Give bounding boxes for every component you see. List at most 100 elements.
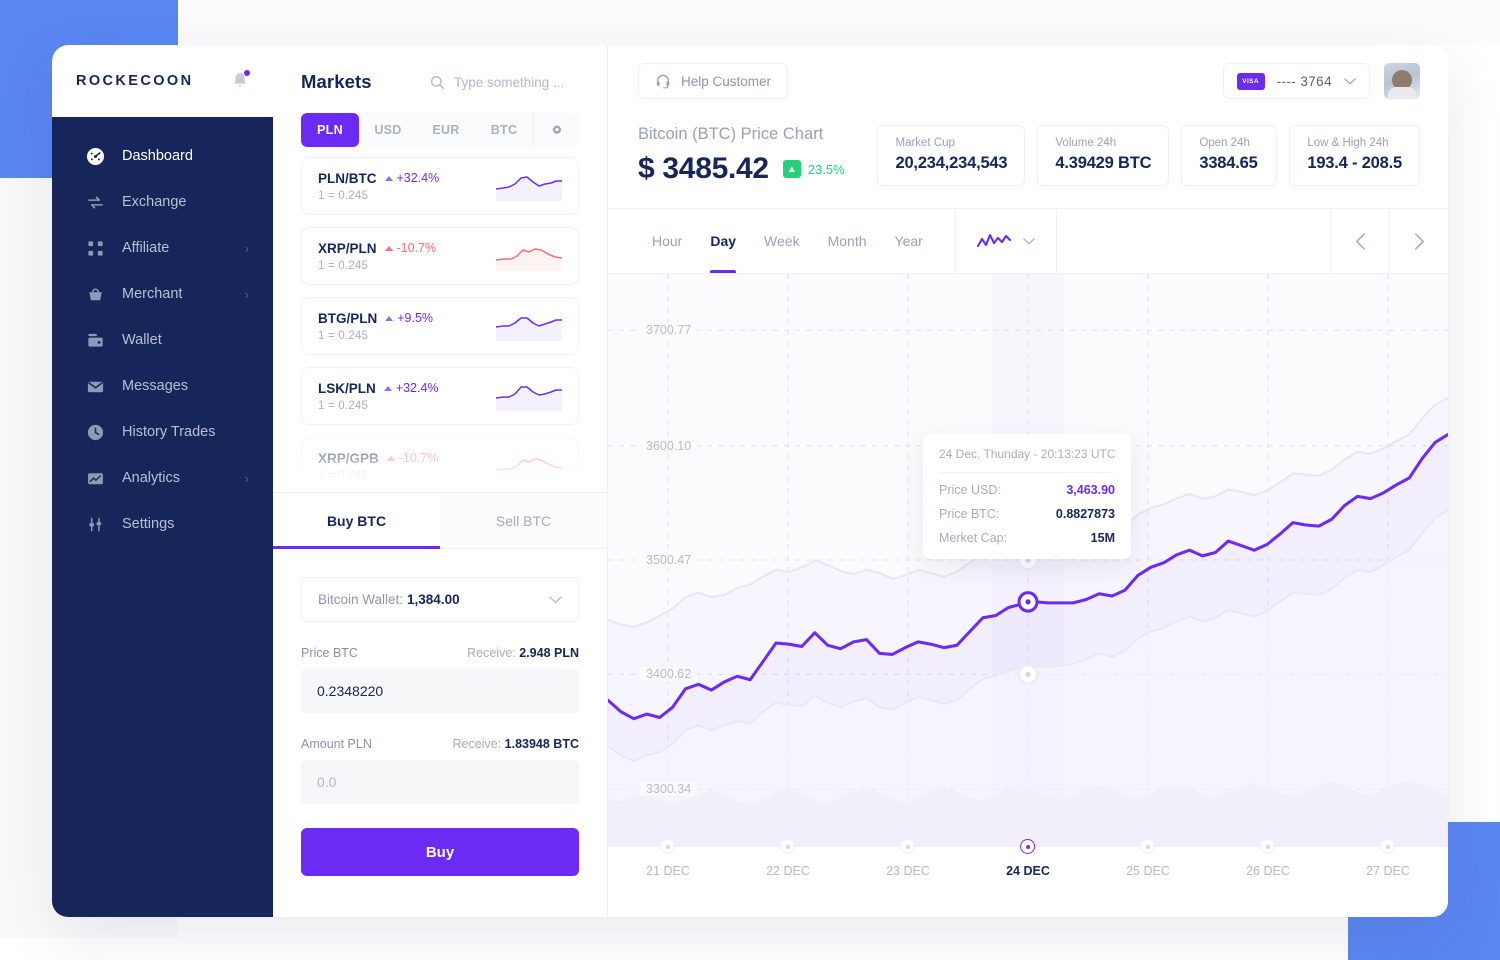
wallet-icon: [85, 330, 106, 351]
sidebar-item-wallet[interactable]: Wallet: [52, 317, 273, 363]
price-receive: Receive: 2.948 PLN: [467, 646, 579, 660]
help-customer-button[interactable]: Help Customer: [638, 63, 789, 99]
x-axis-tick-label: 26 DEC: [1246, 864, 1290, 878]
chart-next-button[interactable]: [1390, 209, 1448, 273]
x-axis-tick[interactable]: 25 DEC: [1126, 839, 1170, 878]
market-change: -10.7%: [384, 241, 436, 255]
sidebar-item-analytics[interactable]: Analytics ›: [52, 455, 273, 501]
tab-sell-btc[interactable]: Sell BTC: [440, 493, 607, 548]
price-change-badge: ▲ 23.5%: [782, 160, 845, 178]
x-axis-tick[interactable]: 21 DEC: [646, 839, 690, 878]
settings-icon: [85, 514, 106, 535]
merchant-icon: [85, 284, 106, 305]
market-rate: 1 = 0.245: [318, 329, 369, 342]
market-item[interactable]: PLN/BTC +32.4% 1 = 0.245: [301, 157, 579, 215]
range-week[interactable]: Week: [750, 209, 814, 273]
sidebar-item-affiliate[interactable]: Affiliate ›: [52, 225, 273, 271]
markets-title: Markets: [301, 71, 372, 92]
background-top-panel: [178, 0, 1500, 45]
y-axis-label: 3300.34: [640, 782, 698, 797]
currency-tab-usd[interactable]: USD: [359, 113, 417, 147]
market-item[interactable]: XRP/GPB -10.7% 1 = 0.245: [301, 437, 579, 492]
y-axis-label: 3400.62: [640, 667, 698, 682]
markets-settings-button[interactable]: [533, 113, 579, 147]
buy-button[interactable]: Buy: [301, 828, 579, 876]
payment-card-selector[interactable]: VISA ---- 3764: [1222, 63, 1370, 99]
stat-value: 4.39429 BTC: [1055, 154, 1152, 172]
range-year[interactable]: Year: [881, 209, 937, 273]
market-item[interactable]: XRP/PLN -10.7% 1 = 0.245: [301, 227, 579, 285]
x-axis-tick[interactable]: 22 DEC: [766, 839, 810, 878]
trade-tabs: Buy BTC Sell BTC: [273, 492, 607, 549]
stat-value: 193.4 - 208.5: [1307, 154, 1402, 172]
stat-card-open-24h: Open 24h 3384.65: [1181, 125, 1278, 186]
range-month[interactable]: Month: [814, 209, 881, 273]
chart-type-selector[interactable]: [956, 209, 1056, 273]
currency-tab-btc[interactable]: BTC: [475, 113, 533, 147]
wallet-select[interactable]: Bitcoin Wallet: 1,384.00: [301, 577, 579, 622]
card-number: ---- 3764: [1276, 73, 1332, 89]
price-header: Bitcoin (BTC) Price Chart $ 3485.42 ▲ 23…: [608, 117, 1448, 186]
x-axis-tick-dot: [900, 839, 916, 854]
current-price: $ 3485.42: [638, 152, 769, 185]
range-day[interactable]: Day: [696, 209, 750, 273]
x-axis-tick-dot: [1260, 839, 1276, 854]
x-axis-tick-label: 25 DEC: [1126, 864, 1170, 878]
sparkline-up: [496, 317, 562, 341]
range-hour[interactable]: Hour: [638, 209, 696, 273]
currency-tab-pln[interactable]: PLN: [301, 113, 359, 147]
notifications-button[interactable]: [231, 70, 250, 91]
chart-prev-button[interactable]: [1331, 209, 1389, 273]
sidebar-item-history-trades[interactable]: History Trades: [52, 409, 273, 455]
markets-panel: Markets PLN USD EUR BTC PLN/BTC +32.4%: [273, 45, 608, 917]
stat-card-low-high-24h: Low & High 24h 193.4 - 208.5: [1289, 125, 1420, 186]
affiliate-icon: [85, 238, 106, 259]
trend-up-icon: [385, 315, 394, 321]
y-axis-label: 3500.47: [640, 552, 698, 567]
market-pair: XRP/GPB: [318, 450, 379, 466]
x-axis-tick[interactable]: 26 DEC: [1246, 839, 1290, 878]
market-change: +9.5%: [385, 311, 433, 325]
currency-tab-eur[interactable]: EUR: [417, 113, 475, 147]
chevron-left-icon: [1355, 232, 1365, 250]
markets-search[interactable]: [430, 74, 579, 90]
trend-down-icon: [386, 455, 395, 461]
sparkline-up: [496, 176, 562, 201]
avatar[interactable]: [1384, 63, 1420, 99]
sidebar-item-merchant[interactable]: Merchant ›: [52, 271, 273, 317]
topbar: Help Customer VISA ---- 3764: [608, 45, 1448, 117]
sidebar-nav: Dashboard Exchange Affiliate › Merchant …: [52, 117, 273, 917]
amount-field-label: Amount PLN: [301, 737, 372, 751]
sidebar-item-settings[interactable]: Settings: [52, 501, 273, 547]
market-item[interactable]: LSK/PLN +32.4% 1 = 0.245: [301, 367, 579, 425]
sidebar-item-exchange[interactable]: Exchange: [52, 179, 273, 225]
tooltip-key: Price BTC:: [939, 507, 1000, 521]
sidebar-item-label: Exchange: [122, 194, 187, 210]
market-change: +32.4%: [383, 381, 439, 395]
market-pair: LSK/PLN: [318, 380, 376, 396]
stat-label: Open 24h: [1199, 137, 1250, 149]
market-rate: 1 = 0.245: [318, 189, 369, 202]
search-input[interactable]: [454, 74, 579, 90]
market-rate: 1 = 0.245: [318, 399, 369, 412]
tooltip-key: Merket Cap:: [939, 531, 1008, 545]
price-input[interactable]: [301, 669, 579, 713]
market-item[interactable]: BTG/PLN +9.5% 1 = 0.245: [301, 297, 579, 355]
x-axis-tick[interactable]: 27 DEC: [1366, 839, 1410, 878]
x-axis-tick[interactable]: 24 DEC: [1006, 839, 1050, 878]
x-axis-tick-dot: [780, 839, 796, 854]
x-axis-tick[interactable]: 23 DEC: [886, 839, 930, 878]
amount-input[interactable]: [301, 760, 579, 804]
sidebar-item-messages[interactable]: Messages: [52, 363, 273, 409]
sidebar-item-dashboard[interactable]: Dashboard: [52, 133, 273, 179]
dashboard-icon: [85, 146, 106, 167]
sidebar-item-label: Analytics: [122, 470, 181, 486]
tab-buy-btc[interactable]: Buy BTC: [273, 493, 440, 549]
x-axis-tick-label: 23 DEC: [886, 864, 930, 878]
markets-list[interactable]: PLN/BTC +32.4% 1 = 0.245 XRP/PLN -10.7%: [273, 147, 607, 492]
sidebar-header: ROCKECOON: [52, 45, 273, 117]
price-chart[interactable]: 3700.77 3600.10 3500.47 3400.62 3300.34 24 D…: [608, 274, 1448, 847]
price-change-value: 23.5%: [807, 161, 845, 177]
chevron-right-icon: ›: [244, 240, 249, 256]
tooltip-value: 0.8827873: [1055, 507, 1115, 521]
